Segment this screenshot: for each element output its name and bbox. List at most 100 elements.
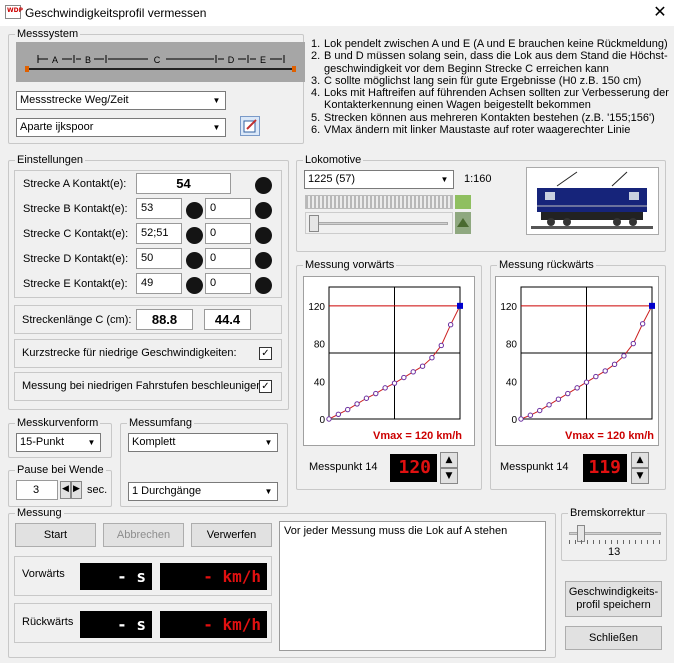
chevron-down-icon[interactable]: ▼ [261,484,276,499]
messung-rueckwaerts-label: Messung rückwärts [497,259,596,271]
rueckwaerts-up-icon[interactable]: ▲ [631,452,649,468]
strecke-c-input-2[interactable]: 0 [205,223,251,244]
strecke-a-input[interactable]: 54 [136,173,231,194]
loco-select[interactable]: 1225 (57) ▼ [304,170,454,189]
bremskorrektur-label: Bremskorrektur [568,507,648,519]
data-point [537,407,543,414]
kurzstrecke-checkbox[interactable]: ✓ [259,347,272,360]
pause-decrease-icon[interactable]: ◀ [60,481,71,499]
message-text: Vor jeder Messung muss die Lok auf A ste… [284,525,508,537]
strecke-b-input-2[interactable]: 0 [205,198,251,219]
durchgaenge-value: 1 Durchgänge [132,485,202,497]
instruction-number: 4. [311,87,321,100]
messpunkt-vorwaerts-label: Messpunkt 14 [309,461,378,473]
y-tick-label: 40 [506,377,518,388]
data-point [419,363,426,369]
data-point [546,402,552,408]
y-tick-label: 0 [511,415,517,426]
messumfang-label: Messumfang [127,417,194,429]
loco-scale: 1:160 [464,173,492,185]
pause-increase-icon[interactable]: ▶ [71,481,82,499]
strecke-d-input-2[interactable]: 0 [205,248,251,269]
data-point [429,355,435,361]
start-button[interactable]: Start [15,523,96,547]
track-select[interactable]: Aparte ijkspoor ▼ [16,118,226,137]
contact-indicator [186,277,203,294]
vorwaerts-up-icon[interactable]: ▲ [440,452,458,468]
strecke-d-input[interactable]: 50 [136,248,182,269]
edit-icon[interactable] [240,116,260,136]
direction-toggle-icon[interactable] [455,212,471,234]
data-point [391,380,398,386]
strecke-c-label: Strecke C Kontakt(e): [23,228,129,240]
mode-select[interactable]: Messstrecke Weg/Zeit ▼ [16,91,226,110]
app-icon: WDP [5,5,23,19]
window-title: Geschwindigkeitsprofil vermessen [25,6,207,20]
y-tick-label: 120 [500,302,517,313]
speichern-button[interactable]: Geschwindigkeits-profil speichern [565,581,662,617]
instruction-number: 6. [311,124,321,137]
vorwaerts-down-icon[interactable]: ▼ [440,468,458,484]
data-point [593,373,599,380]
y-tick-label: 80 [314,340,326,351]
rueckwaerts-down-icon[interactable]: ▼ [631,468,649,484]
data-point [621,353,627,359]
abbrechen-button[interactable]: Abbrechen [103,523,184,547]
strecke-c-input[interactable]: 52;51 [136,223,182,244]
strecke-e-input-2[interactable]: 0 [205,273,251,294]
chevron-down-icon[interactable]: ▼ [437,172,452,187]
instruction-number: 5. [311,111,321,124]
durchgaenge-select[interactable]: 1 Durchgänge ▼ [128,482,278,501]
chevron-down-icon[interactable]: ▼ [261,435,276,450]
data-point [447,322,454,328]
data-point [639,321,646,327]
schliessen-button[interactable]: Schließen [565,626,662,650]
track-select-value: Aparte ijkspoor [20,121,94,133]
instruction-item: 4. Loks mit Haftreifen auf führenden Achs… [311,87,671,112]
instruction-text: B und D müssen solang sein, dass die Lok… [324,50,668,75]
slider-thumb[interactable] [309,215,319,232]
messung-vorwaerts-label: Messung vorwärts [303,259,397,271]
chevron-down-icon[interactable]: ▼ [209,93,224,108]
einstellungen-label: Einstellungen [15,154,86,166]
message-box[interactable]: Vor jeder Messung muss die Lok auf A ste… [279,521,546,651]
strecke-e-label: Strecke E Kontakt(e): [23,278,128,290]
chart-rueckwaerts-svg: 120 80 40 0 Vmax = 120 km/h [500,286,655,442]
beschleunigen-checkbox[interactable]: ✓ [259,380,272,393]
data-point [335,411,342,417]
curve-endpoint [457,302,463,309]
contact-indicator [255,177,272,194]
strecke-b-input[interactable]: 53 [136,198,182,219]
messkurvenform-label: Messkurvenform [15,417,101,429]
vmax-label: Vmax = 120 km/h [565,430,654,442]
data-point [611,361,618,368]
data-point [518,416,524,422]
data-point [583,379,590,385]
data-point [326,416,332,422]
direction-forward-icon[interactable] [455,195,471,209]
close-icon[interactable]: ✕ [650,2,670,22]
vorwaerts-speed-display: - km/h [160,563,267,590]
messumfang-select[interactable]: Komplett ▼ [128,433,278,452]
data-point [602,368,608,374]
loco-image [526,167,659,235]
verwerfen-button[interactable]: Verwerfen [191,523,272,547]
pause-unit: sec. [87,484,108,496]
bremskorrektur-slider[interactable] [567,524,663,544]
app-icon-text: WDP [7,7,23,14]
chevron-down-icon[interactable]: ▼ [84,435,99,450]
loco-speed-slider[interactable] [305,212,453,234]
instructions-list: 1. Lok pendelt zwischen A und E (A und E … [311,38,671,136]
vmax-label: Vmax = 120 km/h [373,430,462,442]
track-label-a: A [52,55,58,65]
data-point [401,374,407,381]
kurvenform-select[interactable]: 15-Punkt ▼ [16,433,101,452]
pause-input[interactable]: 3 [16,480,58,500]
messung-label: Messung [15,507,64,519]
messsystem-label: Messsystem [15,28,81,40]
contact-indicator [255,277,272,294]
track-diagram: A B C D E [16,42,305,82]
kurzstrecke-label: Kurzstrecke für niedrige Geschwindigkeit… [22,347,237,359]
chevron-down-icon[interactable]: ▼ [209,120,224,135]
strecke-e-input[interactable]: 49 [136,273,182,294]
